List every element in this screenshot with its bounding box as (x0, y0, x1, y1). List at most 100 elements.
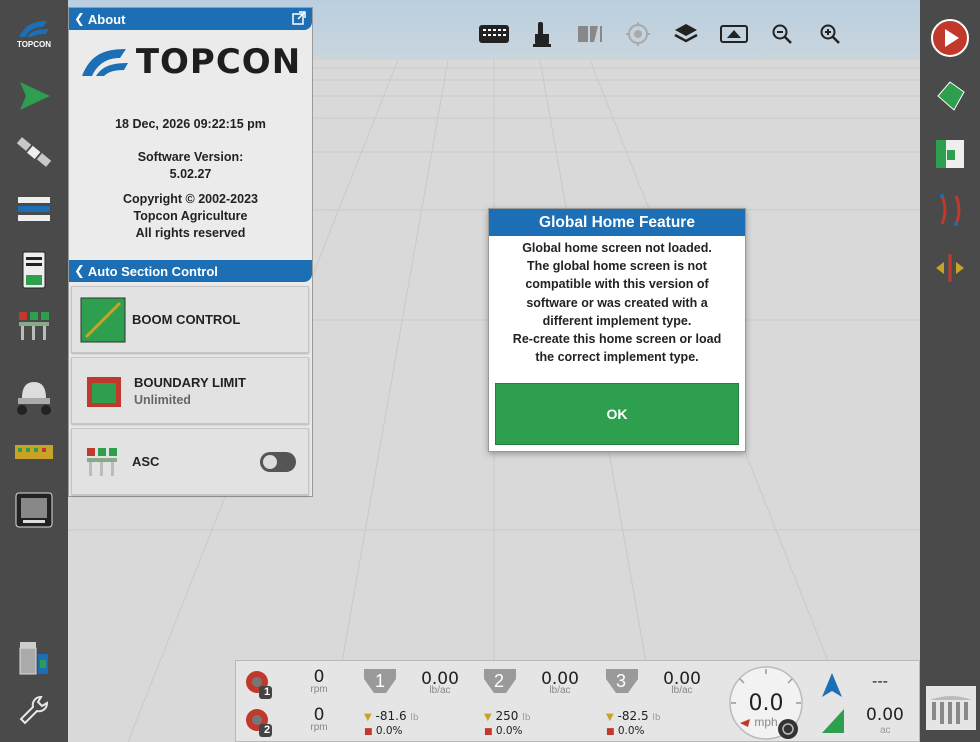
dialog-line: Global home screen not loaded. (522, 241, 712, 255)
spray-pattern-icon[interactable] (566, 14, 614, 54)
applicator-icon: ■ (364, 727, 373, 737)
topcon-logo: TOPCON (69, 32, 312, 92)
about-body: TOPCON 18 Dec, 2026 09:22:15 pm Software… (69, 32, 312, 260)
topcon-logo-icon[interactable]: TOPCON (8, 10, 60, 58)
asc-header[interactable]: ❮ Auto Section Control (69, 260, 312, 282)
status-bar: 1 0 rpm 2 0 rpm 1 0.00 lb/ac ▼ -81.6 lb … (235, 660, 920, 742)
asc-row: ASC (71, 428, 309, 495)
boundary-limit-icon (87, 376, 121, 407)
software-version: 5.02.27 (169, 167, 212, 181)
bin1-panel[interactable]: 1 0.00 lb/ac ▼ -81.6 lb ■ 0.0% (364, 667, 476, 739)
asc-sections-icon (87, 447, 117, 476)
wrench-icon[interactable] (8, 686, 60, 734)
area-icon (822, 709, 844, 733)
heading-value: --- (872, 673, 888, 690)
boundary-limit-label: BOUNDARY LIMIT (134, 374, 246, 390)
speed-value: 0.0 (748, 691, 784, 716)
headland-icon[interactable] (926, 244, 974, 292)
spreader-icon[interactable] (8, 372, 60, 420)
copyright-text: Copyright © 2002-2023 (123, 192, 258, 206)
boundary-limit-icon[interactable] (926, 130, 974, 178)
bin1-number: 1 (375, 671, 386, 691)
bin3-amount-unit: lb (652, 713, 661, 723)
asc-header-label: Auto Section Control (87, 263, 218, 279)
bin3-number: 3 (616, 671, 627, 691)
fan1-badge: 1 (264, 686, 271, 698)
bin1-amount: -81.6 (375, 709, 407, 723)
left-toolbar: TOPCON (0, 0, 68, 742)
bin3-amount-row: ▼ -82.5 lb (606, 709, 661, 723)
top-toolbar (470, 14, 854, 54)
about-datetime: 18 Dec, 2026 09:22:15 pm (115, 117, 266, 131)
global-home-dialog: Global Home Feature Global home screen n… (488, 208, 746, 452)
implement-view-icon[interactable] (924, 684, 978, 732)
satellite-icon[interactable] (8, 128, 60, 176)
bin2-number: 2 (494, 671, 505, 691)
heading-arrow-icon (822, 673, 842, 697)
guidance-arrow-icon[interactable] (8, 72, 60, 120)
zoom-in-icon[interactable] (806, 14, 854, 54)
boom-sections-icon[interactable] (8, 428, 60, 476)
bin1-percent-row: ■ 0.0% (364, 725, 403, 737)
boundary-limit-button[interactable]: BOUNDARY LIMIT Unlimited (71, 357, 309, 424)
bin3-percent: 0.0% (617, 725, 645, 737)
guidance-lines-icon[interactable] (926, 186, 974, 234)
bin3-rate-unit: lb/ac (671, 685, 693, 696)
speedometer[interactable]: 0.0 mph (726, 663, 806, 741)
bin1-rate-unit: lb/ac (429, 685, 451, 696)
seed-icon: ▼ (364, 712, 372, 723)
implement-setup-icon[interactable] (8, 186, 60, 234)
bin2-rate-unit: lb/ac (549, 685, 571, 696)
bin2-amount-unit: lb (522, 713, 531, 723)
applicator-icon: ■ (606, 727, 615, 737)
asc-toggle[interactable] (260, 452, 296, 472)
keyboard-icon[interactable] (470, 14, 518, 54)
boom-control-button[interactable]: BOOM CONTROL (71, 286, 309, 353)
section-control-icon[interactable] (8, 302, 60, 350)
bin3-amount: -82.5 (617, 709, 649, 723)
chevron-left-icon: ❮ (74, 11, 85, 26)
target-icon[interactable] (614, 14, 662, 54)
console-icon[interactable] (8, 246, 60, 294)
dialog-line: compatible with this version of (525, 277, 709, 292)
dialog-line: Re-create this home screen or load (512, 332, 722, 347)
brand-label: TOPCON (16, 40, 52, 49)
boundary-limit-value: Unlimited (134, 392, 191, 407)
rights-text: All rights reserved (135, 226, 246, 240)
boom-control-icon (80, 297, 126, 342)
chevron-left-icon: ❮ (74, 263, 85, 278)
layers-icon[interactable] (662, 14, 710, 54)
bin2-panel[interactable]: 2 0.00 lb/ac ▼ 250 lb ■ 0.0% (484, 667, 596, 739)
dialog-line: different implement type. (542, 313, 692, 328)
field-boundary-icon[interactable] (926, 72, 974, 120)
touch-hand-icon[interactable] (518, 14, 566, 54)
bin2-amount-row: ▼ 250 lb (484, 709, 530, 723)
seed-icon: ▼ (484, 712, 492, 723)
logo-text: TOPCON (135, 42, 302, 82)
dialog-line: the correct implement type. (535, 350, 699, 365)
ok-button[interactable]: OK (495, 383, 739, 445)
area-unit: ac (880, 725, 891, 736)
right-toolbar (920, 0, 980, 742)
boom-control-label: BOOM CONTROL (132, 312, 241, 327)
dialog-line: The global home screen is not (527, 259, 707, 274)
toggle-knob (263, 455, 277, 469)
heading-area-panel[interactable]: --- 0.00 ac (816, 667, 916, 739)
zoom-out-icon[interactable] (758, 14, 806, 54)
external-link-icon[interactable] (292, 11, 306, 28)
bin3-panel[interactable]: 3 0.00 lb/ac ▼ -82.5 lb ■ 0.0% (606, 667, 718, 739)
record-icon[interactable] (926, 14, 974, 62)
about-header-label: About (87, 11, 126, 27)
bin2-percent: 0.0% (495, 725, 523, 737)
data-manager-icon[interactable] (8, 634, 60, 682)
bin1-amount-unit: lb (410, 713, 419, 723)
dialog-message: Global home screen not loaded. The globa… (489, 236, 745, 366)
display-icon[interactable] (8, 486, 60, 534)
fan2-icon: 2 (244, 707, 274, 742)
bin1-amount-row: ▼ -81.6 lb (364, 709, 419, 723)
map-view-icon[interactable] (710, 14, 758, 54)
fan2-unit: rpm (310, 722, 328, 733)
company-text: Topcon Agriculture (133, 209, 248, 223)
about-header[interactable]: ❮ About (69, 8, 312, 30)
dialog-line: software or was created with a (526, 295, 708, 310)
